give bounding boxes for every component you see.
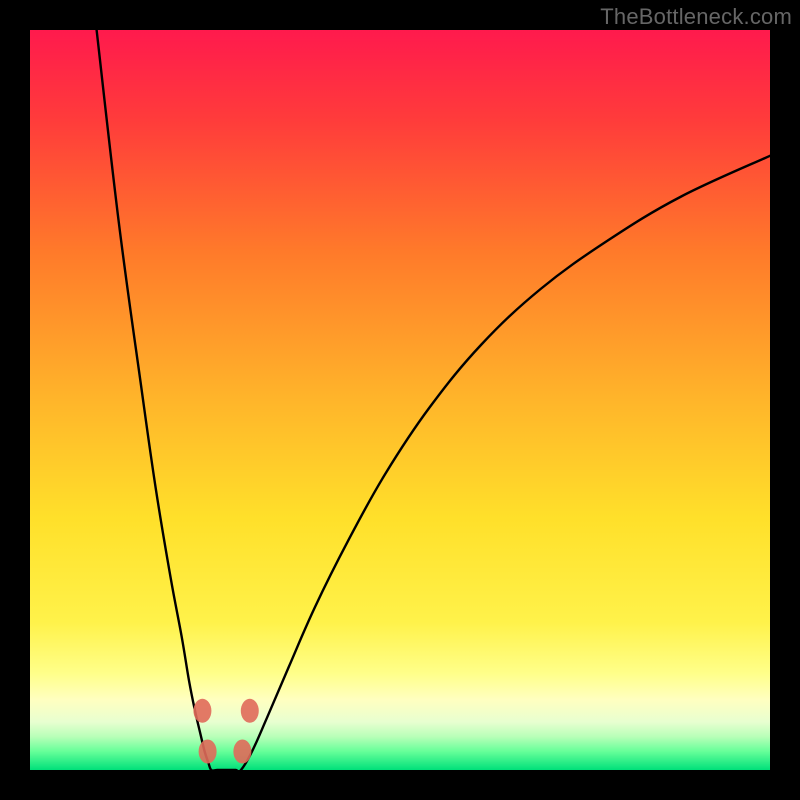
watermark-text: TheBottleneck.com xyxy=(600,4,792,30)
bottleneck-curve-chart xyxy=(30,30,770,770)
curve-marker xyxy=(233,740,251,764)
gradient-background xyxy=(30,30,770,770)
curve-marker xyxy=(241,699,259,723)
chart-frame: TheBottleneck.com xyxy=(0,0,800,800)
plot-area xyxy=(30,30,770,770)
curve-marker xyxy=(199,740,217,764)
curve-marker xyxy=(193,699,211,723)
